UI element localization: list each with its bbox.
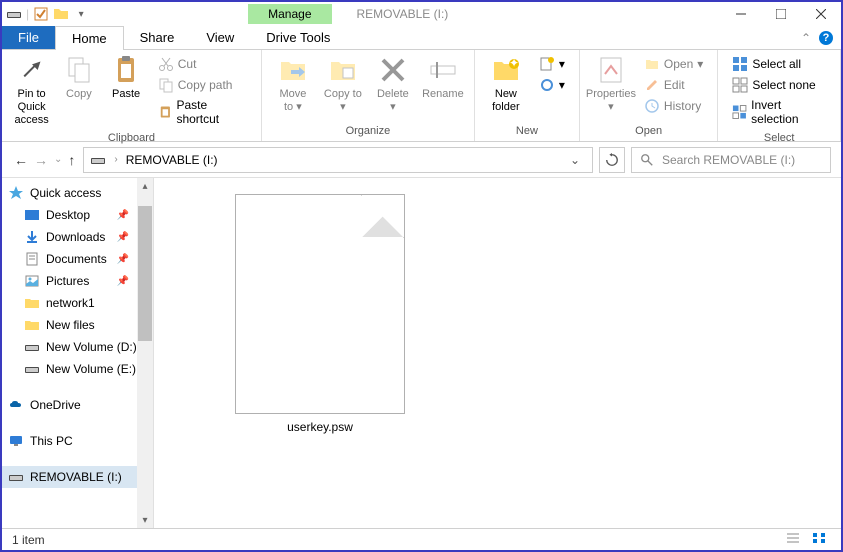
tab-file[interactable]: File [2, 26, 55, 49]
paste-shortcut-button[interactable]: Paste shortcut [154, 96, 251, 128]
group-label: New [481, 123, 573, 139]
nav-new-volume-d[interactable]: New Volume (D:) [2, 336, 153, 358]
select-all-button[interactable]: Select all [728, 54, 830, 74]
invert-selection-button[interactable]: Invert selection [728, 96, 830, 128]
file-icon [235, 194, 405, 414]
open-button[interactable]: Open ▾ [640, 54, 707, 74]
large-icons-view-button[interactable] [807, 529, 831, 550]
drive-icon [90, 152, 106, 168]
nav-arrows: ← → ⌄ ↑ [12, 150, 77, 170]
copy-button[interactable]: Copy [55, 52, 102, 130]
pin-icon: 📌 [117, 232, 129, 243]
tab-view[interactable]: View [190, 26, 250, 49]
search-box[interactable]: Search REMOVABLE (I:) [631, 147, 831, 173]
properties-button[interactable]: Properties ▾ [586, 52, 636, 123]
up-button[interactable]: ↑ [66, 150, 77, 170]
nav-onedrive[interactable]: OneDrive [2, 394, 153, 416]
group-organize: Move to ▾ Copy to ▾ Delete ▾ Rename Orga… [262, 50, 475, 141]
delete-button[interactable]: Delete ▾ [368, 52, 418, 123]
chevron-up-icon[interactable]: ⌃ [801, 31, 811, 45]
edit-button[interactable]: Edit [640, 75, 707, 95]
nav-documents[interactable]: Documents📌 [2, 248, 153, 270]
pin-icon: 📌 [117, 210, 129, 221]
scrollbar-thumb[interactable] [138, 206, 152, 341]
scrollbar-down[interactable]: ▾ [137, 512, 153, 528]
search-icon [640, 153, 654, 167]
tab-share[interactable]: Share [124, 26, 191, 49]
history-button[interactable]: History [640, 96, 707, 116]
recent-dropdown[interactable]: ⌄ [52, 152, 64, 167]
scrollbar-up[interactable]: ▴ [137, 178, 153, 194]
move-to-button[interactable]: Move to ▾ [268, 52, 318, 123]
nav-network1[interactable]: network1 [2, 292, 153, 314]
easy-access-button[interactable]: ▾ [535, 75, 569, 95]
pin-to-quick-access-button[interactable]: Pin to Quick access [8, 52, 55, 130]
tab-home[interactable]: Home [55, 26, 124, 50]
drive-icon [6, 6, 22, 22]
nav-this-pc[interactable]: This PC [2, 430, 153, 452]
refresh-button[interactable] [599, 147, 625, 173]
window-title: REMOVABLE (I:) [357, 7, 449, 21]
details-view-button[interactable] [781, 529, 805, 550]
minimize-button[interactable] [721, 2, 761, 26]
address-text: REMOVABLE (I:) [126, 153, 218, 167]
address-dropdown[interactable]: ⌄ [564, 153, 586, 167]
copy-path-button[interactable]: Copy path [154, 75, 251, 95]
address-bar[interactable]: › REMOVABLE (I:) ⌄ [83, 147, 593, 173]
select-none-button[interactable]: Select none [728, 75, 830, 95]
file-name: userkey.psw [287, 420, 353, 434]
ribbon: Pin to Quick access Copy Paste Cut Copy … [2, 50, 841, 142]
pin-icon: 📌 [117, 276, 129, 287]
copy-to-button[interactable]: Copy to ▾ [318, 52, 368, 123]
nav-new-files[interactable]: New files [2, 314, 153, 336]
address-row: ← → ⌄ ↑ › REMOVABLE (I:) ⌄ Search REMOVA… [2, 142, 841, 178]
content-pane[interactable]: userkey.psw [154, 178, 841, 528]
cut-button[interactable]: Cut [154, 54, 251, 74]
status-bar: 1 item [2, 528, 841, 550]
ribbon-tabs: File Home Share View Drive Tools ⌃ ? [2, 26, 841, 50]
back-button[interactable]: ← [12, 150, 30, 170]
paste-button[interactable]: Paste [103, 52, 150, 130]
nav-quick-access[interactable]: Quick access [2, 182, 153, 204]
file-item[interactable]: userkey.psw [230, 194, 410, 434]
group-label: Open [586, 123, 711, 139]
group-clipboard: Pin to Quick access Copy Paste Cut Copy … [2, 50, 262, 141]
close-button[interactable] [801, 2, 841, 26]
dropdown-icon[interactable]: ▾ [73, 6, 89, 22]
context-tab-manage[interactable]: Manage [248, 4, 331, 24]
group-label: Organize [268, 123, 468, 139]
forward-button[interactable]: → [32, 150, 50, 170]
folder-icon[interactable] [53, 6, 69, 22]
new-folder-button[interactable]: ✦ New folder [481, 52, 531, 123]
window-controls [721, 2, 841, 26]
checkbox-icon[interactable] [33, 6, 49, 22]
title-bar: | ▾ Manage REMOVABLE (I:) [2, 2, 841, 26]
nav-desktop[interactable]: Desktop📌 [2, 204, 153, 226]
navigation-pane: Quick access Desktop📌 Downloads📌 Documen… [2, 178, 154, 528]
group-new: ✦ New folder ▾ ▾ New [475, 50, 580, 141]
nav-new-volume-e[interactable]: New Volume (E:) [2, 358, 153, 380]
quick-access-toolbar: | ▾ [2, 6, 93, 22]
group-select: Select all Select none Invert selection … [718, 50, 841, 141]
maximize-button[interactable] [761, 2, 801, 26]
pin-icon: 📌 [117, 254, 129, 265]
nav-pictures[interactable]: Pictures📌 [2, 270, 153, 292]
nav-removable[interactable]: REMOVABLE (I:) [2, 466, 153, 488]
explorer-window: | ▾ Manage REMOVABLE (I:) File Home Shar… [0, 0, 843, 552]
rename-button[interactable]: Rename [418, 52, 468, 123]
new-item-button[interactable]: ▾ [535, 54, 569, 74]
nav-downloads[interactable]: Downloads📌 [2, 226, 153, 248]
help-icon[interactable]: ? [819, 31, 833, 45]
status-text: 1 item [12, 533, 45, 547]
body: Quick access Desktop📌 Downloads📌 Documen… [2, 178, 841, 528]
tab-drive-tools[interactable]: Drive Tools [250, 26, 346, 49]
svg-text:✦: ✦ [509, 56, 519, 70]
group-open: Properties ▾ Open ▾ Edit History Open [580, 50, 718, 141]
